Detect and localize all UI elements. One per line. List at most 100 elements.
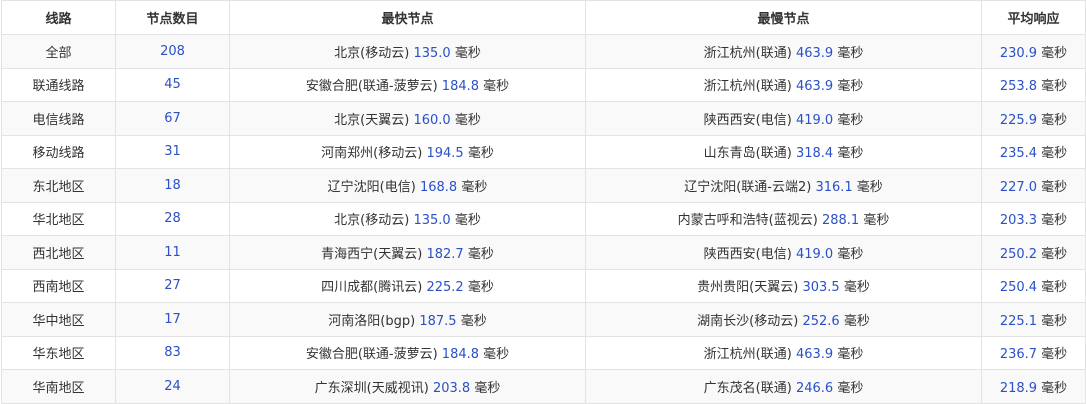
average-ms: 203.3 <box>999 213 1038 229</box>
fastest-node-name: 安徽合肥(联通-菠萝云) <box>305 79 438 95</box>
cell-average-response: 236.7 毫秒 <box>981 335 1086 370</box>
cell-average-response: 250.4 毫秒 <box>981 268 1086 303</box>
ms-unit: 毫秒 <box>1041 347 1068 363</box>
node-count: 24 <box>164 378 181 394</box>
cell-line: 华北地区 <box>1 201 116 236</box>
ms-unit: 毫秒 <box>467 246 494 262</box>
slowest-node-name: 山东青岛(联通) <box>703 146 792 162</box>
fastest-node-name: 青海西宁(天翼云) <box>321 246 423 262</box>
average-ms: 227.0 <box>999 179 1038 195</box>
line-name: 华中地区 <box>32 313 85 329</box>
ms-unit: 毫秒 <box>483 79 510 95</box>
ms-unit: 毫秒 <box>1041 280 1068 296</box>
ms-unit: 毫秒 <box>837 146 864 162</box>
average-ms: 235.4 <box>999 146 1038 162</box>
ms-unit: 毫秒 <box>837 246 864 262</box>
fastest-node-ms: 135.0 <box>413 213 451 229</box>
ms-unit: 毫秒 <box>837 347 864 363</box>
table-row: 联通线路 45 安徽合肥(联通-菠萝云) 184.8 毫秒 浙江杭州(联通) 463.… <box>1 67 1086 102</box>
table-row: 华南地区 24 广东深圳(天威视讯) 203.8 毫秒 广东茂名(联通) 246.6 … <box>1 369 1086 404</box>
slowest-node-name: 陕西西安(电信) <box>703 246 792 262</box>
average-ms: 253.8 <box>999 79 1038 95</box>
cell-fastest-node: 河南郑州(移动云) 194.5 毫秒 <box>229 134 586 169</box>
table-row: 华东地区 83 安徽合肥(联通-菠萝云) 184.8 毫秒 浙江杭州(联通) 463.… <box>1 335 1086 370</box>
cell-fastest-node: 青海西宁(天翼云) 182.7 毫秒 <box>229 235 586 270</box>
slowest-node-ms: 288.1 <box>821 213 860 229</box>
fastest-node-ms: 225.2 <box>426 280 464 296</box>
line-name: 联通线路 <box>32 79 85 95</box>
ms-unit: 毫秒 <box>467 280 494 296</box>
average-ms: 236.7 <box>999 347 1038 363</box>
fastest-node-ms: 184.8 <box>441 347 480 363</box>
cell-fastest-node: 四川成都(腾讯云) 225.2 毫秒 <box>229 268 586 303</box>
header-fastest-node: 最快节点 <box>229 0 586 35</box>
cell-fastest-node: 北京(移动云) 135.0 毫秒 <box>229 34 586 69</box>
fastest-node-name: 辽宁沈阳(电信) <box>327 179 416 195</box>
slowest-node-name: 陕西西安(电信) <box>703 112 792 128</box>
ms-unit: 毫秒 <box>454 112 481 128</box>
fastest-node-name: 北京(移动云) <box>334 45 410 61</box>
table-row: 电信线路 67 北京(天翼云) 160.0 毫秒 陕西西安(电信) 419.0 毫秒 2… <box>1 101 1086 136</box>
cell-slowest-node: 浙江杭州(联通) 463.9 毫秒 <box>585 335 982 370</box>
cell-fastest-node: 北京(天翼云) 160.0 毫秒 <box>229 101 586 136</box>
ms-unit: 毫秒 <box>474 380 501 396</box>
cell-fastest-node: 北京(移动云) 135.0 毫秒 <box>229 201 586 236</box>
fastest-node-ms: 203.8 <box>432 380 471 396</box>
ms-unit: 毫秒 <box>1041 246 1068 262</box>
table-row: 全部 208 北京(移动云) 135.0 毫秒 浙江杭州(联通) 463.9 毫秒 23… <box>1 34 1086 69</box>
ms-unit: 毫秒 <box>1041 380 1068 396</box>
ms-unit: 毫秒 <box>843 313 870 329</box>
ms-unit: 毫秒 <box>837 45 864 61</box>
ms-unit: 毫秒 <box>461 179 488 195</box>
slowest-node-name: 浙江杭州(联通) <box>703 347 792 363</box>
cell-line: 移动线路 <box>1 134 116 169</box>
fastest-node-ms: 135.0 <box>413 45 451 61</box>
slowest-node-ms: 419.0 <box>795 112 834 128</box>
slowest-node-name: 贵州贵阳(天翼云) <box>697 280 799 296</box>
node-count: 17 <box>164 311 181 327</box>
cell-average-response: 218.9 毫秒 <box>981 369 1086 404</box>
header-average-response: 平均响应 <box>981 0 1086 35</box>
line-name: 移动线路 <box>32 146 85 162</box>
fastest-node-name: 河南洛阳(bgp) <box>328 313 416 329</box>
fastest-node-name: 四川成都(腾讯云) <box>321 280 423 296</box>
cell-line: 电信线路 <box>1 101 116 136</box>
cell-line: 华东地区 <box>1 335 116 370</box>
slowest-node-ms: 316.1 <box>815 179 853 195</box>
node-count: 11 <box>164 244 181 260</box>
cell-average-response: 225.1 毫秒 <box>981 302 1086 337</box>
cell-average-response: 227.0 毫秒 <box>981 168 1086 203</box>
slowest-node-name: 广东茂名(联通) <box>703 380 792 396</box>
fastest-node-ms: 160.0 <box>413 112 451 128</box>
ms-unit: 毫秒 <box>837 380 864 396</box>
cell-node-count: 67 <box>115 101 230 136</box>
line-name: 东北地区 <box>32 179 85 195</box>
ms-unit: 毫秒 <box>843 280 870 296</box>
node-count: 28 <box>164 211 181 227</box>
slowest-node-name: 内蒙古呼和浩特(蓝视云) <box>677 213 818 229</box>
cell-node-count: 31 <box>115 134 230 169</box>
slowest-node-name: 湖南长沙(移动云) <box>697 313 799 329</box>
slowest-node-ms: 318.4 <box>795 146 834 162</box>
slowest-node-ms: 246.6 <box>795 380 834 396</box>
node-count: 83 <box>164 345 181 361</box>
cell-average-response: 225.9 毫秒 <box>981 101 1086 136</box>
cell-line: 西北地区 <box>1 235 116 270</box>
cell-fastest-node: 辽宁沈阳(电信) 168.8 毫秒 <box>229 168 586 203</box>
cell-node-count: 27 <box>115 268 230 303</box>
average-ms: 250.2 <box>999 246 1038 262</box>
cell-average-response: 230.9 毫秒 <box>981 34 1086 69</box>
ms-unit: 毫秒 <box>1041 45 1068 61</box>
fastest-node-name: 北京(移动云) <box>334 213 410 229</box>
line-name: 全部 <box>45 45 72 61</box>
cell-line: 西南地区 <box>1 268 116 303</box>
table-row: 移动线路 31 河南郑州(移动云) 194.5 毫秒 山东青岛(联通) 318.4 毫… <box>1 134 1086 169</box>
fastest-node-ms: 184.8 <box>441 79 480 95</box>
header-line: 线路 <box>1 0 116 35</box>
cell-node-count: 208 <box>115 34 230 69</box>
ms-unit: 毫秒 <box>460 313 487 329</box>
average-ms: 230.9 <box>999 45 1038 61</box>
table-body: 全部 208 北京(移动云) 135.0 毫秒 浙江杭州(联通) 463.9 毫秒 23… <box>1 34 1086 404</box>
ms-unit: 毫秒 <box>1041 213 1068 229</box>
node-count: 31 <box>164 144 181 160</box>
